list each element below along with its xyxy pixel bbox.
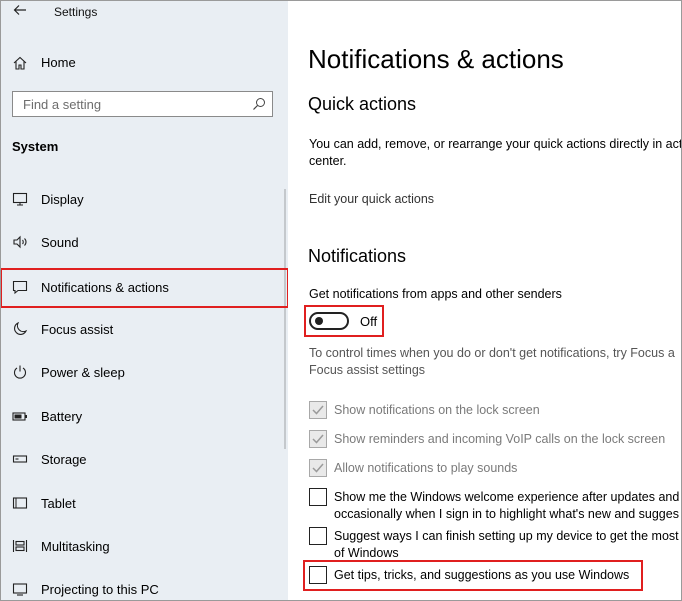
message-icon [12, 280, 28, 295]
quick-actions-description-line1: You can add, remove, or rearrange your q… [309, 137, 682, 151]
play-sounds-checkbox[interactable] [309, 459, 327, 477]
sidebar-item-label: Focus assist [41, 322, 114, 337]
search-icon[interactable] [252, 97, 266, 111]
moon-icon [14, 321, 28, 335]
voip-reminders-checkbox[interactable] [309, 430, 327, 448]
search-placeholder: Find a setting [23, 97, 102, 112]
power-icon [13, 365, 27, 379]
sidebar-item-power-sleep[interactable]: Power & sleep [1, 354, 288, 390]
home-icon [13, 56, 27, 70]
toggle-state-label: Off [360, 314, 378, 329]
sidebar-item-tablet[interactable]: Tablet [1, 485, 288, 521]
play-sounds-label: Allow notifications to play sounds [334, 461, 518, 475]
sidebar-item-label: Power & sleep [41, 365, 125, 380]
home-label: Home [41, 55, 76, 70]
finish-setup-checkbox[interactable] [309, 527, 327, 545]
monitor-icon [12, 192, 28, 206]
sidebar-item-label: Projecting to this PC [41, 582, 159, 597]
focus-assist-settings-link[interactable]: Focus assist settings [309, 362, 425, 379]
quick-actions-description-line2: center. [309, 154, 347, 168]
sidebar-item-battery[interactable]: Battery [1, 398, 288, 434]
sidebar-item-display[interactable]: Display [1, 181, 288, 217]
speaker-icon [13, 235, 27, 249]
multitasking-icon [12, 540, 28, 552]
welcome-experience-label-line1: Show me the Windows welcome experience a… [334, 490, 680, 504]
toggle-knob [315, 317, 323, 325]
section-label-system: System [12, 139, 59, 154]
voip-reminders-label: Show reminders and incoming VoIP calls o… [334, 432, 666, 446]
sidebar-item-multitasking[interactable]: Multitasking [1, 528, 288, 564]
notifications-toggle[interactable] [309, 312, 349, 330]
sidebar-item-label: Battery [41, 409, 83, 424]
sidebar: Settings Home Find a setting System Disp… [1, 1, 289, 600]
checkmark-icon [312, 405, 324, 415]
finish-setup-label-line1: Suggest ways I can finish setting up my … [334, 529, 679, 543]
quick-actions-heading: Quick actions [308, 94, 417, 114]
sidebar-item-label: Display [41, 192, 84, 207]
sidebar-item-label: Sound [41, 235, 79, 250]
sidebar-item-projecting[interactable]: Projecting to this PC [1, 571, 288, 600]
sidebar-item-label: Tablet [41, 496, 76, 511]
tips-tricks-label: Get tips, tricks, and suggestions as you… [334, 568, 630, 582]
title-bar: Settings [1, 1, 288, 25]
lock-screen-checkbox[interactable] [309, 401, 327, 419]
home-nav-item[interactable]: Home [1, 47, 288, 79]
tips-tricks-checkbox[interactable] [309, 566, 327, 584]
window-title: Settings [54, 5, 98, 19]
main-content: Notifications & actions Quick actions Yo… [288, 1, 682, 600]
sidebar-item-label: Notifications & actions [41, 280, 169, 295]
checkmark-icon [312, 434, 324, 444]
battery-icon [12, 412, 27, 421]
sidebar-item-label: Storage [41, 452, 87, 467]
back-arrow-icon[interactable] [12, 2, 28, 18]
storage-icon [12, 455, 28, 463]
sidebar-item-label: Multitasking [41, 539, 110, 554]
sidebar-item-focus-assist[interactable]: Focus assist [1, 311, 288, 347]
tablet-icon [12, 497, 28, 509]
sidebar-item-notifications[interactable]: Notifications & actions [1, 268, 289, 308]
welcome-experience-checkbox[interactable] [309, 488, 327, 506]
settings-window: Settings Home Find a setting System Disp… [0, 0, 682, 601]
focus-assist-description: To control times when you do or don't ge… [309, 346, 675, 360]
welcome-experience-label-line2: occasionally when I sign in to highlight… [334, 507, 679, 521]
search-input[interactable]: Find a setting [12, 91, 273, 117]
notifications-heading: Notifications [308, 246, 407, 266]
lock-screen-label: Show notifications on the lock screen [334, 403, 540, 417]
edit-quick-actions-link[interactable]: Edit your quick actions [309, 191, 434, 208]
get-notifications-label: Get notifications from apps and other se… [309, 287, 562, 301]
checkmark-icon [312, 463, 324, 473]
projector-icon [12, 583, 28, 596]
page-title: Notifications & actions [308, 44, 564, 74]
sidebar-item-storage[interactable]: Storage [1, 441, 288, 477]
sidebar-item-sound[interactable]: Sound [1, 224, 288, 260]
